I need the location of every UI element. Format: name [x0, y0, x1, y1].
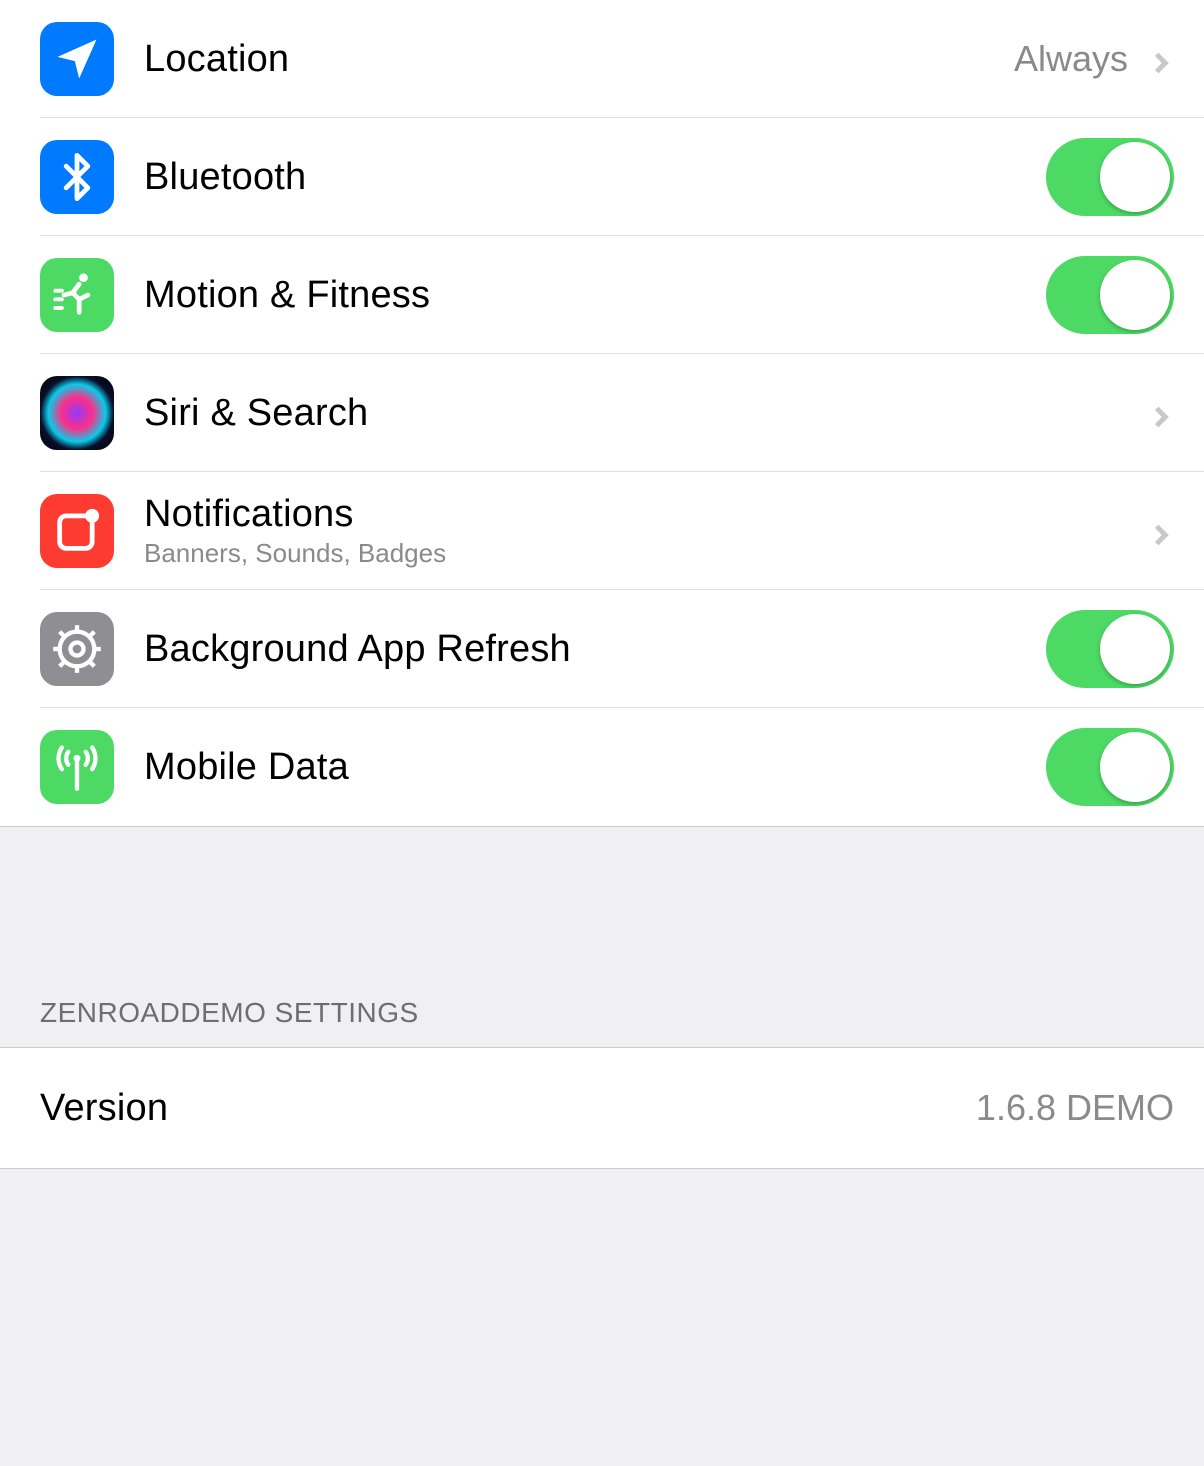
row-version: Version 1.6.8 DEMO — [0, 1048, 1204, 1168]
permissions-group: Location Always Bluetooth Motion & Fitne… — [0, 0, 1204, 827]
motion-fitness-label: Motion & Fitness — [144, 274, 1046, 317]
section-header: ZENROADDEMO SETTINGS — [0, 997, 1204, 1047]
siri-icon — [40, 376, 114, 450]
row-label-container: Bluetooth — [144, 156, 1046, 199]
version-value: 1.6.8 DEMO — [976, 1087, 1174, 1129]
chevron-right-icon — [1148, 46, 1174, 72]
row-mobile-data: Mobile Data — [0, 708, 1204, 826]
section-gap — [0, 827, 1204, 997]
location-detail: Always — [1014, 38, 1128, 80]
location-icon — [40, 22, 114, 96]
mobile-data-label: Mobile Data — [144, 746, 1046, 789]
row-label-container: Siri & Search — [144, 392, 1148, 435]
location-label: Location — [144, 38, 1014, 81]
row-location[interactable]: Location Always — [0, 0, 1204, 118]
gear-icon — [40, 612, 114, 686]
row-label-container: Background App Refresh — [144, 628, 1046, 671]
notifications-subtitle: Banners, Sounds, Badges — [144, 538, 1148, 569]
mobile-data-toggle[interactable] — [1046, 728, 1174, 806]
row-label-container: Mobile Data — [144, 746, 1046, 789]
notifications-label: Notifications — [144, 493, 1148, 536]
chevron-right-icon — [1148, 400, 1174, 426]
version-label: Version — [40, 1087, 168, 1130]
row-label-container: Location — [144, 38, 1014, 81]
background-refresh-label: Background App Refresh — [144, 628, 1046, 671]
siri-label: Siri & Search — [144, 392, 1148, 435]
row-label-container: Motion & Fitness — [144, 274, 1046, 317]
row-motion-fitness: Motion & Fitness — [0, 236, 1204, 354]
background-refresh-toggle[interactable] — [1046, 610, 1174, 688]
row-background-refresh: Background App Refresh — [0, 590, 1204, 708]
motion-fitness-icon — [40, 258, 114, 332]
bottom-gap — [0, 1169, 1204, 1289]
bluetooth-toggle[interactable] — [1046, 138, 1174, 216]
app-settings-group: Version 1.6.8 DEMO — [0, 1047, 1204, 1169]
motion-fitness-toggle[interactable] — [1046, 256, 1174, 334]
row-label-container: Notifications Banners, Sounds, Badges — [144, 493, 1148, 569]
row-bluetooth: Bluetooth — [0, 118, 1204, 236]
chevron-right-icon — [1148, 518, 1174, 544]
mobile-data-icon — [40, 730, 114, 804]
row-notifications[interactable]: Notifications Banners, Sounds, Badges — [0, 472, 1204, 590]
notifications-icon — [40, 494, 114, 568]
bluetooth-icon — [40, 140, 114, 214]
row-siri-search[interactable]: Siri & Search — [0, 354, 1204, 472]
bluetooth-label: Bluetooth — [144, 156, 1046, 199]
